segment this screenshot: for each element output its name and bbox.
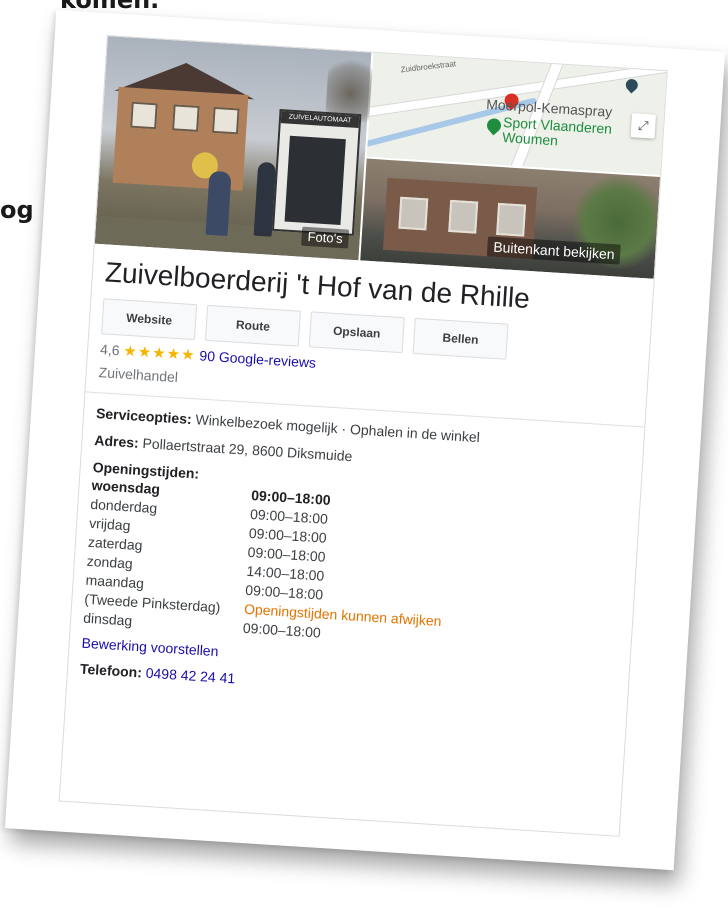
street-window [496, 202, 527, 237]
rating-value: 4,6 [99, 341, 121, 359]
photos-button[interactable]: Foto's [301, 226, 350, 249]
address-value: Pollaertstraat 29, 8600 Diksmuide [142, 435, 353, 465]
photo-print: ZUIVELAUTOMAAT Foto's Zuidbroekstraat Mo… [4, 9, 726, 871]
save-button[interactable]: Opslaan [308, 311, 405, 354]
house-window [172, 104, 200, 132]
street-window [398, 196, 429, 231]
website-button[interactable]: Website [101, 298, 198, 341]
reviews-link[interactable]: 90 Google-reviews [199, 347, 317, 370]
route-button[interactable]: Route [204, 304, 301, 347]
call-button[interactable]: Bellen [412, 317, 509, 360]
sport-pin-icon [484, 115, 504, 136]
kiosk-door [284, 135, 346, 226]
background-text-left: og [0, 196, 34, 224]
service-options-label: Serviceopties: [95, 405, 193, 428]
address-label: Adres: [93, 432, 140, 451]
main-photo[interactable]: ZUIVELAUTOMAAT [94, 36, 378, 261]
house-window [130, 101, 158, 130]
panel-content: Zuivelboerderij 't Hof van de Rhille Web… [68, 244, 654, 711]
kiosk-sign: ZUIVELAUTOMAAT [280, 111, 360, 128]
map-thumbnail[interactable]: Zuidbroekstraat Moerpol-Kemaspray Sport … [366, 52, 667, 176]
map-place-name: Woumen [501, 129, 559, 149]
vending-kiosk: ZUIVELAUTOMAAT [271, 108, 362, 236]
knowledge-panel: ZUIVELAUTOMAAT Foto's Zuidbroekstraat Mo… [58, 34, 668, 837]
phone-label: Telefoon: [79, 660, 143, 681]
house-window [211, 106, 240, 135]
person [205, 170, 232, 236]
expand-map-icon[interactable]: ⤢ [630, 113, 657, 139]
street-window [448, 199, 479, 234]
phone-number[interactable]: 0498 42 24 41 [145, 665, 235, 687]
opening-hours-table[interactable]: woensdag 09:00–18:00 donderdag 09:00–18:… [83, 477, 450, 651]
map-street-label: Zuidbroekstraat [400, 59, 457, 75]
map-pin-icon [623, 76, 641, 94]
image-strip: ZUIVELAUTOMAAT Foto's Zuidbroekstraat Mo… [94, 36, 667, 279]
star-rating-icon: ★★★★★ [122, 342, 197, 365]
